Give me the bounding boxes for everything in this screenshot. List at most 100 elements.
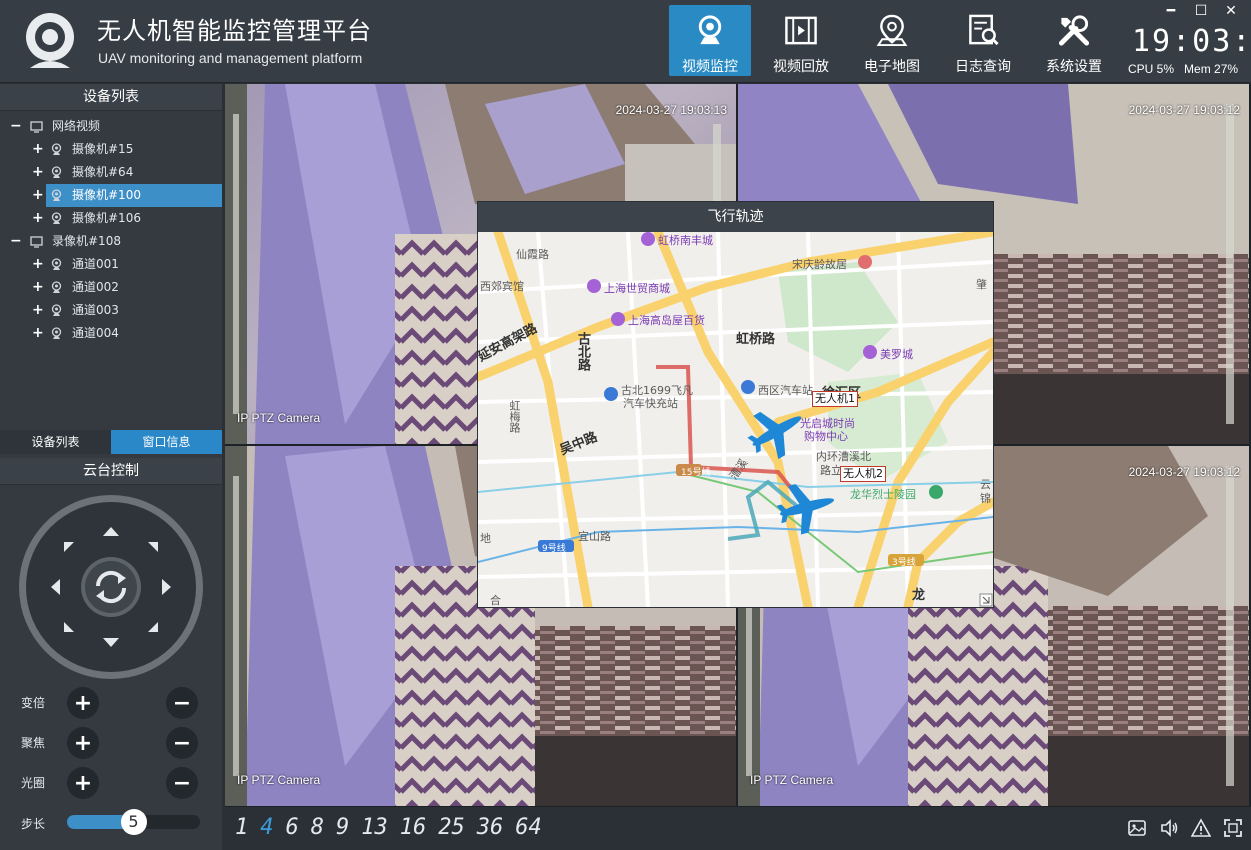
layout-option[interactable]: 6 [286,815,299,840]
metro-line-badge: 3号线 [892,558,916,568]
tree-item-label: 摄像机#64 [72,165,134,179]
map-label: 宋庆龄故居 [792,258,847,271]
clock: 19:03:12 [1132,24,1251,59]
network-video-icon [30,121,43,133]
alarm-warning-icon[interactable] [1191,818,1211,838]
tab-device-list[interactable]: 设备列表 [0,430,111,454]
expand-icon[interactable]: + [32,161,44,184]
zoom-row: 变倍 + − [0,685,222,719]
layout-option[interactable]: 8 [311,815,324,840]
expand-icon[interactable]: + [32,322,44,345]
layout-option[interactable]: 36 [477,815,504,840]
map-label: 上海高岛屋百货 [628,314,705,327]
tree-device[interactable]: + 通道002 [0,276,222,299]
expand-icon[interactable]: + [32,253,44,276]
tree-device[interactable]: + 通道003 [0,299,222,322]
tree-item-label: 通道003 [72,303,119,317]
ptz-direction-dial [19,495,203,679]
iris-row: 光圈 + − [0,765,222,799]
tree-device[interactable]: + 通道004 [0,322,222,345]
tree-device[interactable]: + 通道001 [0,253,222,276]
map-label: 合 [490,594,501,607]
map-label: 美罗城 [880,348,913,361]
tree-item-label: 录像机#108 [52,234,121,248]
map-pin-icon [876,14,908,47]
flight-track-window[interactable]: 飞行轨迹 仙霞路 虹桥南丰城 宋庆龄故居 西郊宾馆 上海世贸商城 上海高岛屋百货… [477,201,994,608]
drone-1-label: 无人机1 [812,391,858,407]
tab-window-info[interactable]: 窗口信息 [111,430,222,454]
nav-video-playback[interactable]: 视频回放 [760,5,842,76]
zoom-out-button[interactable]: − [166,687,198,719]
close-icon[interactable]: ✕ [1223,3,1239,19]
tree-device[interactable]: + 摄像机#106 [0,207,222,230]
camera-small-icon [51,327,62,339]
snapshot-icon[interactable] [1127,818,1147,838]
map-label: 古北路 [575,332,590,371]
maximize-icon[interactable]: ☐ [1193,3,1209,19]
map-label: 龙 [912,588,926,603]
expand-icon[interactable]: + [32,299,44,322]
nav-electronic-map[interactable]: 电子地图 [851,5,933,76]
collapse-icon[interactable]: − [10,115,22,138]
cpu-usage: CPU 5% [1128,62,1175,76]
volume-icon[interactable] [1159,818,1179,838]
map-label: 锦 [980,492,991,505]
camera-small-icon [51,212,62,224]
expand-icon[interactable]: + [32,207,44,230]
layout-option[interactable]: 25 [438,815,465,840]
layout-option[interactable]: 4 [260,815,273,840]
window-controls: ━ ☐ ✕ [1163,3,1239,19]
nav-system-settings-label: 系统设置 [1046,59,1102,75]
minimize-icon[interactable]: ━ [1163,3,1179,19]
layout-option[interactable]: 13 [361,815,388,840]
tree-group[interactable]: − 录像机#108 [0,230,222,253]
collapse-icon[interactable]: − [10,230,22,253]
zoom-in-button[interactable]: + [67,687,99,719]
zoom-label: 变倍 [21,696,46,710]
map-label: 肇 [976,278,987,291]
step-slider-knob[interactable]: 5 [120,809,147,835]
map-label: 西区汽车站 [758,384,813,397]
nav-video-monitor[interactable]: 视频监控 [669,5,751,76]
map-label: 购物中心 [804,430,848,443]
layout-option[interactable]: 16 [400,815,427,840]
tree-group[interactable]: − 网络视频 [0,115,222,138]
layout-option[interactable]: 1 [235,815,248,840]
app-title: 无人机智能监控管理平台 [97,17,372,45]
tree-item-label: 摄像机#100 [72,188,141,202]
fullscreen-icon[interactable] [1223,818,1243,838]
camera-icon [698,15,722,45]
nav-log-query[interactable]: 日志查询 [942,5,1024,76]
flight-map[interactable]: 仙霞路 虹桥南丰城 宋庆龄故居 西郊宾馆 上海世贸商城 上海高岛屋百货 虹桥路 … [478,232,993,607]
left-tabs: 设备列表 窗口信息 [0,430,222,454]
iris-close-button[interactable]: − [166,767,198,799]
layout-option[interactable]: 64 [515,815,542,840]
nav-system-settings[interactable]: 系统设置 [1033,5,1115,76]
focus-out-button[interactable]: − [166,727,198,759]
drone-2-label: 无人机2 [840,466,886,482]
expand-icon[interactable]: + [32,138,44,161]
flight-track-title: 飞行轨迹 [478,202,993,232]
device-tree: − 网络视频 + 摄像机#15 + 摄像机#64 + 摄像机#100 + 摄像机#106 − 录像机#… [0,111,222,431]
step-slider[interactable]: 5 [67,809,200,835]
focus-in-button[interactable]: + [67,727,99,759]
nav-video-playback-label: 视频回放 [773,59,829,75]
drone-1-icon [747,411,802,460]
camera-name: IP PTZ Camera [750,773,834,787]
map-label: 仙霞路 [516,248,549,261]
map-label: 龙华烈士陵园 [850,488,916,501]
focus-row: 聚焦 + − [0,725,222,759]
camera-small-icon [51,281,62,293]
expand-icon[interactable]: + [32,276,44,299]
map-label: 上海世贸商城 [604,282,670,295]
iris-open-button[interactable]: + [67,767,99,799]
layout-option[interactable]: 9 [336,815,349,840]
tree-item-label: 通道004 [72,326,119,340]
map-label: 虹梅路 [508,400,521,433]
layout-selector: 1 4 6 8 9 13 16 25 36 64 [235,815,542,840]
tree-device[interactable]: + 摄像机#100 [32,184,222,207]
expand-icon[interactable]: + [32,184,44,207]
tree-device[interactable]: + 摄像机#15 [0,138,222,161]
tree-device[interactable]: + 摄像机#64 [0,161,222,184]
camera-small-icon [51,304,62,316]
